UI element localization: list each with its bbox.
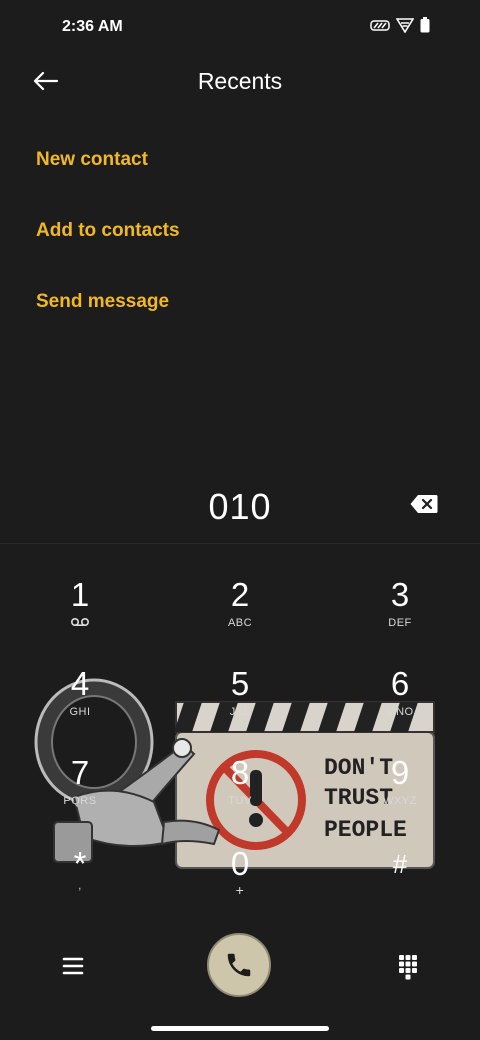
dialpad-icon (399, 955, 417, 980)
key-digit: * (73, 845, 87, 882)
key-3[interactable]: 3 DEF (340, 577, 460, 655)
key-digit: 9 (390, 754, 410, 791)
key-digit: 2 (230, 576, 250, 613)
key-letters: GHI (69, 706, 91, 718)
voicemail-icon (70, 617, 90, 627)
key-digit: 7 (70, 754, 90, 791)
call-button[interactable] (207, 933, 271, 997)
key-letters: ABC (227, 617, 253, 629)
dialpad-button[interactable] (393, 952, 423, 980)
key-7[interactable]: 7 PQRS (20, 755, 140, 833)
key-1[interactable]: 1 (20, 577, 140, 655)
key-4[interactable]: 4 GHI (20, 666, 140, 744)
key-digit: 0 (230, 845, 250, 882)
divider (0, 543, 480, 544)
key-digit: 1 (70, 576, 90, 613)
menu-icon (62, 957, 84, 975)
key-digit: # (392, 849, 408, 879)
home-indicator[interactable] (151, 1026, 329, 1031)
key-digit: 4 (70, 665, 90, 702)
key-hash[interactable]: # (340, 846, 460, 924)
status-bar: 2:36 AM (0, 0, 480, 56)
key-digit: 8 (230, 754, 250, 791)
key-letters: DEF (388, 617, 412, 629)
cellular-signal-icon (370, 20, 390, 31)
add-to-contacts-link[interactable]: Add to contacts (36, 220, 180, 242)
phone-icon (227, 953, 251, 977)
menu-button[interactable] (58, 952, 88, 980)
dialed-number: 010 (208, 486, 272, 527)
backspace-button[interactable] (410, 494, 442, 518)
key-letters: WXYZ (383, 795, 417, 807)
key-letters: MNO (386, 706, 414, 718)
status-time: 2:36 AM (62, 18, 123, 35)
key-5[interactable]: 5 JKL (180, 666, 300, 744)
key-letters: + (235, 882, 245, 898)
status-icons (370, 17, 430, 33)
key-letters: , (78, 880, 82, 892)
backspace-icon (410, 495, 438, 513)
key-0[interactable]: 0 + (180, 846, 300, 924)
key-letters: PQRS (63, 795, 97, 807)
key-letters: TUV (228, 795, 252, 807)
page-title: Recents (197, 68, 283, 94)
key-2[interactable]: 2 ABC (180, 577, 300, 655)
battery-icon (420, 17, 430, 33)
app-header: Recents (0, 56, 480, 108)
key-6[interactable]: 6 MNO (340, 666, 460, 744)
key-star[interactable]: * , (20, 846, 140, 924)
key-9[interactable]: 9 WXYZ (340, 755, 460, 833)
bottom-bar (0, 930, 480, 1004)
send-message-link[interactable]: Send message (36, 291, 169, 313)
wifi-icon (396, 18, 414, 33)
key-letters: JKL (229, 706, 251, 718)
key-digit: 3 (390, 576, 410, 613)
key-digit: 5 (230, 665, 250, 702)
new-contact-link[interactable]: New contact (36, 149, 148, 171)
key-digit: 6 (390, 665, 410, 702)
key-8[interactable]: 8 TUV (180, 755, 300, 833)
